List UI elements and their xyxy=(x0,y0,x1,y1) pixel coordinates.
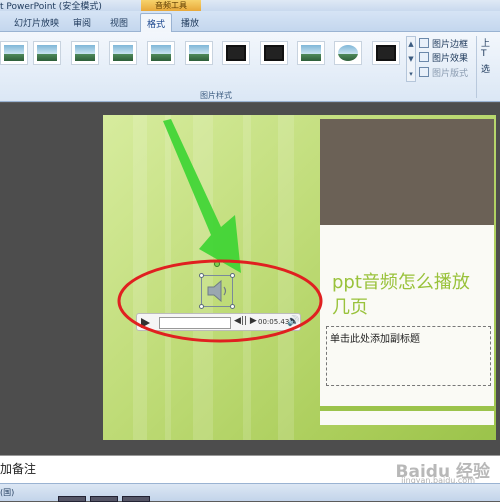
gallery-scroll[interactable]: ▲ ▼ ▾ xyxy=(406,36,416,82)
tab-review[interactable]: 审阅 xyxy=(73,16,91,29)
slide-canvas[interactable]: ppt音频怎么播放几页 单击此处添加副标题 ◀|| ▶ 00:05.43 🔊 xyxy=(103,115,496,440)
tab-slide-show[interactable]: 幻灯片放映 xyxy=(14,16,59,29)
picture-style-6[interactable] xyxy=(185,41,213,65)
ribbon-tab-row: 幻灯片放映 审阅 视图 格式 播放 xyxy=(0,11,500,33)
picture-border-button[interactable]: 图片边框 xyxy=(419,37,468,50)
subtitle-placeholder-text: 单击此处添加副标题 xyxy=(330,334,420,345)
status-bar: (国) xyxy=(0,483,500,502)
picture-style-2[interactable] xyxy=(33,41,61,65)
taskbar-button-1[interactable] xyxy=(58,496,86,502)
slide-title[interactable]: ppt音频怎么播放几页 xyxy=(332,270,482,320)
picture-layout-button[interactable]: 图片版式 xyxy=(419,66,468,79)
picture-effects-button[interactable]: 图片效果 xyxy=(419,51,468,64)
status-language: (国) xyxy=(0,488,15,497)
ribbon: ▲ ▼ ▾ 图片边框 图片效果 图片版式 上 T 选 图片样式 xyxy=(0,32,500,102)
picture-style-4[interactable] xyxy=(109,41,137,65)
audio-tools-context-label: 音频工具 xyxy=(141,0,201,11)
title-bar: t PowerPoint (安全模式) 音频工具 xyxy=(0,0,500,12)
picture-style-1[interactable] xyxy=(0,41,28,65)
picture-style-3[interactable] xyxy=(71,41,99,65)
picture-style-5[interactable] xyxy=(147,41,175,65)
red-ellipse-annotation xyxy=(117,259,323,343)
bring-forward-button[interactable]: 上 xyxy=(481,36,500,49)
picture-style-7[interactable] xyxy=(222,41,250,65)
taskbar-button-2[interactable] xyxy=(90,496,118,502)
tab-playback[interactable]: 播放 xyxy=(181,16,199,29)
picture-style-11[interactable] xyxy=(372,41,400,65)
gallery-down-icon[interactable]: ▼ xyxy=(407,52,415,67)
picture-effects-label: 图片效果 xyxy=(432,54,469,64)
picture-layout-label: 图片版式 xyxy=(432,69,469,79)
picture-style-10[interactable] xyxy=(334,41,362,65)
gallery-more-icon[interactable]: ▾ xyxy=(407,67,415,82)
accent-bar xyxy=(320,406,494,411)
picture-style-9[interactable] xyxy=(297,41,325,65)
picture-layout-icon xyxy=(419,67,429,77)
tab-format[interactable]: 格式 xyxy=(140,13,173,33)
arrange-group: 上 T 选 xyxy=(481,36,500,86)
photo-placeholder[interactable] xyxy=(320,119,494,225)
slide-editor: ppt音频怎么播放几页 单击此处添加副标题 ◀|| ▶ 00:05.43 🔊 xyxy=(0,103,500,455)
picture-styles-group-label: 图片样式 xyxy=(200,91,232,100)
picture-border-label: 图片边框 xyxy=(432,40,469,50)
picture-style-8[interactable] xyxy=(260,41,288,65)
selection-pane-button[interactable]: 选 xyxy=(481,62,500,75)
picture-effects-icon xyxy=(419,52,429,62)
notes-pane[interactable]: 加备注 Baidu 经验 jingyan.baidu.com xyxy=(0,455,500,485)
text-panel xyxy=(320,225,494,425)
green-arrow-annotation xyxy=(163,119,241,273)
group-divider xyxy=(476,36,477,98)
send-backward-button[interactable]: T xyxy=(481,49,500,62)
subtitle-placeholder[interactable]: 单击此处添加副标题 xyxy=(326,326,491,386)
gallery-up-icon[interactable]: ▲ xyxy=(407,37,415,52)
notes-placeholder[interactable]: 加备注 xyxy=(0,460,36,477)
picture-border-icon xyxy=(419,38,429,48)
tab-view[interactable]: 视图 xyxy=(110,16,128,29)
taskbar-button-3[interactable] xyxy=(122,496,150,502)
